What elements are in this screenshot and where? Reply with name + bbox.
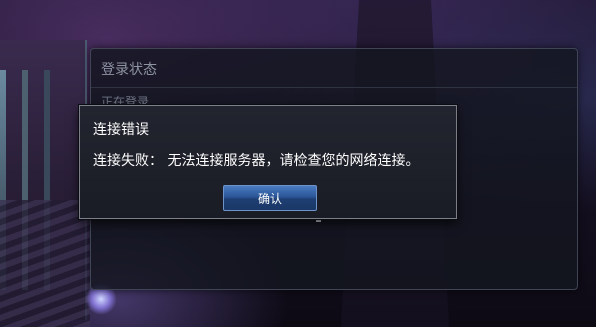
connection-error-dialog: 连接错误 连接失败： 无法连接服务器，请检查您的网络连接。 确认: [79, 105, 457, 219]
error-dialog-title: 连接错误: [93, 122, 149, 138]
error-dialog-message: 连接失败： 无法连接服务器，请检查您的网络连接。: [93, 153, 420, 169]
confirm-button[interactable]: 确认: [223, 185, 317, 211]
background-stairs: [0, 200, 90, 327]
login-status-title: 登录状态: [101, 62, 157, 78]
login-status-divider: [91, 87, 577, 88]
